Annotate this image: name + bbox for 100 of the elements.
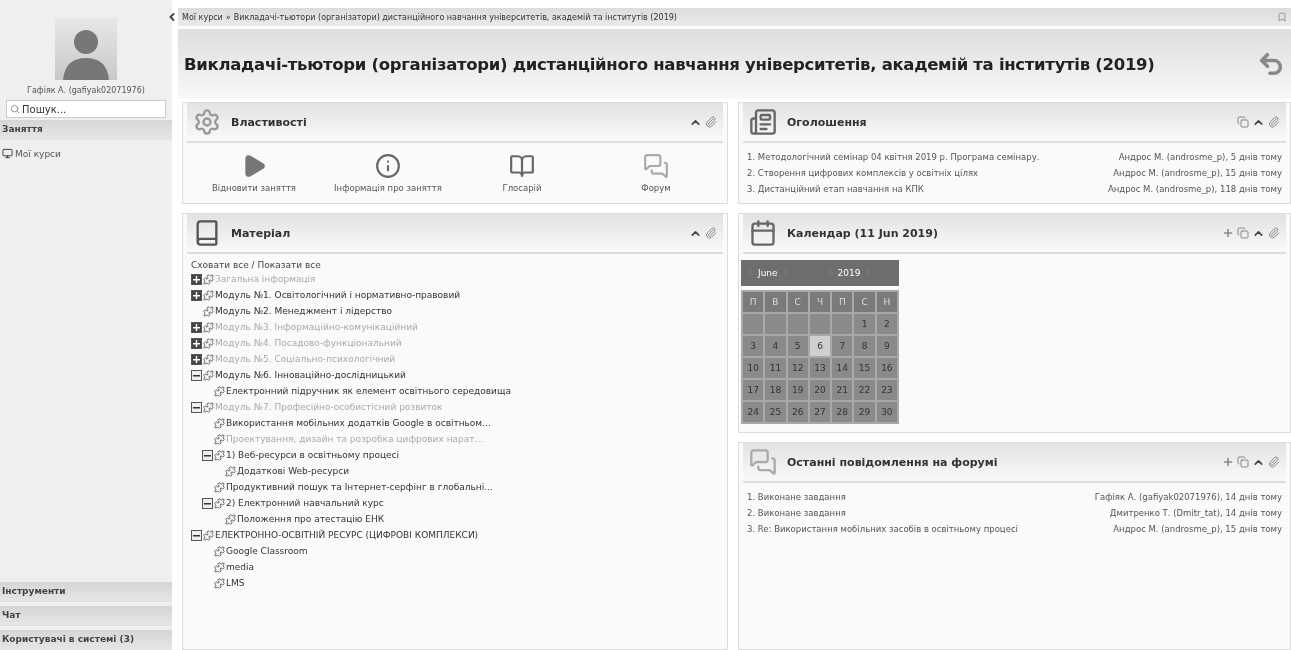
material-link[interactable]: Google Classroom bbox=[226, 546, 308, 556]
day-cell[interactable]: 8 bbox=[854, 336, 875, 356]
material-link[interactable]: Положення про атестацію ЕНК bbox=[237, 514, 385, 524]
material-link[interactable]: Загальна інформація bbox=[215, 274, 316, 284]
forum-post-link[interactable]: 1. Виконане завдання bbox=[747, 492, 846, 502]
announcement-link[interactable]: 1. Методологічний семінар 04 квітня 2019 р. Програма семінару. bbox=[747, 152, 1040, 162]
paperclip-icon[interactable] bbox=[1268, 455, 1280, 468]
toggle-all-link[interactable]: Сховати все / Показати все bbox=[191, 260, 719, 270]
day-cell[interactable]: 24 bbox=[743, 402, 764, 422]
puzzle-icon bbox=[203, 273, 214, 285]
collapse-toggle[interactable] bbox=[191, 369, 202, 381]
day-cell[interactable]: 10 bbox=[743, 358, 764, 378]
paperclip-icon[interactable] bbox=[1268, 226, 1280, 239]
collapse-toggle[interactable] bbox=[191, 529, 202, 541]
book-icon bbox=[509, 153, 535, 179]
material-link[interactable]: Електронний підручник як елемент освітнього середовища bbox=[226, 386, 511, 396]
breadcrumb-current: Викладачі-тьютори (організатори) дистанційного навчання університетів, академій та інститутів (2019) bbox=[233, 12, 677, 22]
day-cell[interactable]: 7 bbox=[832, 336, 853, 356]
avatar bbox=[55, 18, 117, 80]
day-cell[interactable]: 28 bbox=[832, 402, 853, 422]
paperclip-icon[interactable] bbox=[1268, 115, 1280, 128]
puzzle-icon bbox=[203, 353, 214, 365]
sidebar-item[interactable]: Мої курси bbox=[0, 140, 172, 167]
day-cell[interactable]: 1 bbox=[854, 314, 875, 334]
weekday-cell: Ч bbox=[809, 292, 831, 312]
collapse-toggle[interactable] bbox=[202, 449, 213, 461]
year-label[interactable]: 2019 bbox=[837, 268, 861, 278]
forum-post-link[interactable]: 3. Re: Використання мобільних засобів в освітньому процесі bbox=[747, 524, 1018, 534]
puzzle-icon bbox=[203, 529, 214, 541]
sidebar-section[interactable]: Користувачі в системі (3) bbox=[0, 630, 172, 650]
sidebar-section[interactable]: Інструменти bbox=[0, 582, 172, 602]
search-field[interactable]: Пошук... bbox=[6, 100, 166, 118]
add-icon[interactable] bbox=[1222, 455, 1234, 468]
day-cell[interactable]: 12 bbox=[787, 358, 808, 378]
expand-toggle[interactable] bbox=[191, 289, 202, 301]
material-link[interactable]: Модуль №6. Інноваційно-дослідницький bbox=[215, 370, 406, 380]
breadcrumb-link[interactable]: Мої курси bbox=[182, 12, 223, 22]
material-link[interactable]: Модуль №3. Інформаційно-комунікаційний bbox=[215, 322, 418, 332]
material-link[interactable]: Проектування, дизайн та розробка цифрових нарат... bbox=[226, 434, 484, 444]
material-link[interactable]: 1) Веб-ресурси в освітньому процесі bbox=[226, 450, 400, 460]
material-link[interactable]: Модуль №4. Посадово-функціональний bbox=[215, 338, 402, 348]
material-link[interactable]: media bbox=[226, 562, 255, 572]
expand-toggle[interactable] bbox=[191, 273, 202, 285]
paperclip-icon[interactable] bbox=[705, 226, 717, 239]
day-cell[interactable]: 16 bbox=[876, 358, 897, 378]
announcement-link[interactable]: 3. Дистанційний етап навчання на КПК bbox=[747, 184, 924, 194]
material-link[interactable]: Продуктивний пошук та Інтернет-серфінг в глобальні... bbox=[226, 482, 493, 492]
day-cell[interactable]: 29 bbox=[854, 402, 875, 422]
collapse-toggle[interactable] bbox=[191, 401, 202, 413]
day-cell[interactable]: 6 bbox=[809, 336, 831, 356]
day-cell[interactable]: 5 bbox=[787, 336, 808, 356]
paperclip-icon[interactable] bbox=[705, 115, 717, 128]
expand-toggle[interactable] bbox=[191, 353, 202, 365]
forum-post-link[interactable]: 2. Виконане завдання bbox=[747, 508, 846, 518]
sidebar-section[interactable]: Чат bbox=[0, 606, 172, 626]
material-link[interactable]: Модуль №2. Менеджмент і лідерство bbox=[215, 306, 392, 316]
search-input[interactable]: Пошук... bbox=[22, 103, 142, 115]
day-cell[interactable]: 21 bbox=[832, 380, 853, 400]
day-cell[interactable]: 25 bbox=[765, 402, 786, 422]
material-link[interactable]: Модуль №1. Освітологічний і нормативно-правовий bbox=[215, 290, 461, 300]
month-label[interactable]: June bbox=[758, 268, 778, 278]
day-cell[interactable]: 2 bbox=[876, 314, 897, 334]
day-cell[interactable]: 30 bbox=[876, 402, 897, 422]
day-cell[interactable]: 18 bbox=[765, 380, 786, 400]
material-link[interactable]: LMS bbox=[226, 578, 245, 588]
back-arrow-icon[interactable] bbox=[1257, 50, 1285, 78]
expand-toggle[interactable] bbox=[191, 337, 202, 349]
day-cell[interactable]: 9 bbox=[876, 336, 897, 356]
day-cell[interactable]: 23 bbox=[876, 380, 897, 400]
action-link[interactable]: Форум bbox=[601, 153, 711, 193]
sidebar-section[interactable]: Заняття bbox=[0, 120, 172, 140]
day-cell[interactable]: 3 bbox=[743, 336, 764, 356]
collapse-toggle[interactable] bbox=[202, 497, 213, 509]
action-link[interactable]: Відновити заняття bbox=[199, 153, 309, 193]
expand-toggle[interactable] bbox=[191, 321, 202, 333]
panel-title: Календар (11 Jun 2019) bbox=[787, 226, 939, 240]
day-cell[interactable]: 14 bbox=[832, 358, 853, 378]
forum-post-meta: Гафіяк А. (gafiyak02071976), 14 днів тому bbox=[1094, 492, 1282, 502]
day-cell[interactable]: 17 bbox=[743, 380, 764, 400]
day-cell[interactable]: 4 bbox=[765, 336, 786, 356]
day-cell[interactable]: 11 bbox=[765, 358, 786, 378]
material-link[interactable]: Використання мобільних додатків Google в освітньом... bbox=[226, 418, 491, 428]
add-icon[interactable] bbox=[1222, 226, 1234, 239]
day-cell[interactable]: 19 bbox=[787, 380, 808, 400]
material-link[interactable]: ЕЛЕКТРОННО-ОСВІТНІЙ РЕСУРС (ЦИФРОВІ КОМПЛЕКСИ) bbox=[215, 530, 479, 540]
day-cell[interactable]: 27 bbox=[809, 402, 831, 422]
day-cell[interactable]: 20 bbox=[809, 380, 831, 400]
material-link[interactable]: Додаткові Web-ресурси bbox=[237, 466, 350, 476]
day-cell[interactable]: 13 bbox=[809, 358, 831, 378]
day-cell[interactable]: 26 bbox=[787, 402, 808, 422]
material-link[interactable]: Модуль №5. Соціально-психологічний bbox=[215, 354, 396, 364]
material-link[interactable]: Модуль №7. Професійно-особистісний розвиток bbox=[215, 402, 443, 412]
material-link[interactable]: 2) Електронний навчальний курс bbox=[226, 498, 384, 508]
announcement-link[interactable]: 2. Створення цифрових комплексів у освітніх цілях bbox=[747, 168, 979, 178]
day-cell[interactable]: 15 bbox=[854, 358, 875, 378]
puzzle-icon bbox=[203, 321, 214, 333]
page-title: Викладачі-тьютори (організатори) дистанційного навчання університетів, академій та інститутів (2019) bbox=[184, 54, 1155, 74]
day-cell[interactable]: 22 bbox=[854, 380, 875, 400]
action-link[interactable]: Інформація про заняття bbox=[333, 153, 443, 193]
action-link[interactable]: Глосарій bbox=[467, 153, 577, 193]
